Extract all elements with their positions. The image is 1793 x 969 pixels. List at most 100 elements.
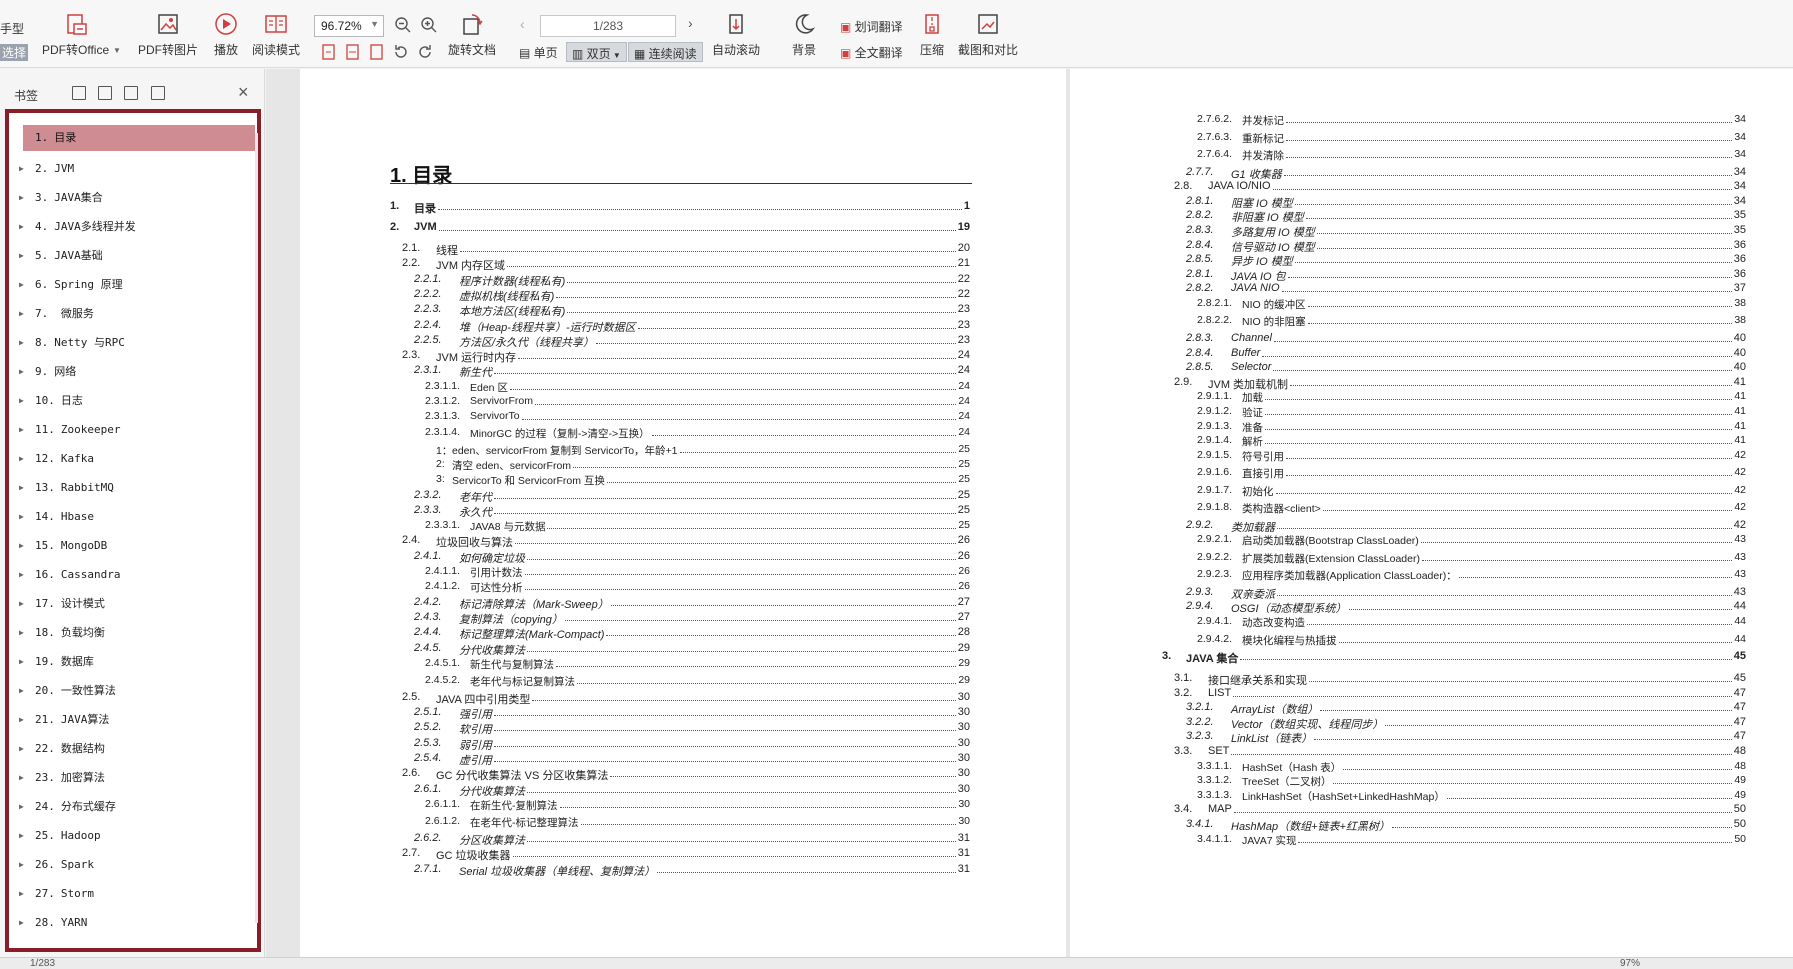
toc-entry[interactable]: 2.2.4. 堆（Heap-线程共享）-运行时数据区 23	[390, 319, 970, 334]
bookmark-item[interactable]: ▶ 26. Spark	[19, 850, 255, 879]
expand-arrow-icon[interactable]: ▶	[19, 908, 24, 937]
word-translate-button[interactable]: ▣ 划词翻译	[840, 18, 903, 35]
bookmark-item[interactable]: ▶ 25. Hadoop	[19, 821, 255, 850]
bookmark-item[interactable]: ▶ 19. 数据库	[19, 647, 255, 676]
toc-entry[interactable]: 3: ServicorTo 和 ServicorFrom 互换 25	[390, 473, 970, 487]
toc-entry[interactable]: 3.4. MAP 50	[1162, 803, 1746, 817]
toc-entry[interactable]: 2.6.1. 分代收集算法 30	[390, 783, 970, 798]
play-button[interactable]: 播放	[212, 12, 240, 58]
toc-entry[interactable]: 2.5.4. 虚引用 30	[390, 752, 970, 767]
expand-all-icon[interactable]	[72, 86, 86, 100]
toc-entry[interactable]: 2.8.4. 信号驱动 IO 模型 36	[1162, 239, 1746, 254]
bookmark-item[interactable]: ▶ 10. 日志	[19, 386, 255, 415]
fit-width-icon[interactable]	[344, 43, 362, 61]
toc-entry[interactable]: 3.2. LIST 47	[1162, 687, 1746, 701]
rotate-left-icon[interactable]	[392, 43, 410, 61]
fit-page-icon[interactable]	[320, 43, 338, 61]
bookmark-item[interactable]: ▶ 22. 数据结构	[19, 734, 255, 763]
screenshot-compare-button[interactable]: 截图和对比	[958, 12, 1018, 58]
toc-entry[interactable]: 2.9.2. 类加载器 42	[1162, 519, 1746, 534]
bookmark-item[interactable]: ▶ 24. 分布式缓存	[19, 792, 255, 821]
bookmark-item[interactable]: ▶ 9. 网络	[19, 357, 255, 386]
expand-arrow-icon[interactable]: ▶	[19, 444, 24, 473]
toc-entry[interactable]: 3.4.1.1. JAVA7 实现 50	[1162, 833, 1746, 847]
toc-entry[interactable]: 2.3.1.3. ServivorTo 24	[390, 410, 970, 424]
actual-size-icon[interactable]	[368, 43, 386, 61]
expand-arrow-icon[interactable]: ▶	[19, 154, 24, 183]
pdf-to-image-button[interactable]: PDF转图片	[138, 12, 198, 58]
toc-entry[interactable]: 2.8.2. JAVA NIO 37	[1162, 282, 1746, 296]
bookmark-item[interactable]: ▶ 2. JVM	[19, 154, 255, 183]
toc-entry[interactable]: 2.7.7. G1 收集器 34	[1162, 166, 1746, 181]
toc-entry[interactable]: 2.3.2. 老年代 25	[390, 489, 970, 504]
toc-entry[interactable]: 2.4.4. 标记整理算法(Mark-Compact) 28	[390, 626, 970, 641]
toc-entry[interactable]: 2.8.5. Selector 40	[1162, 361, 1746, 375]
status-page-number[interactable]: 1/283	[30, 958, 55, 969]
toc-entry[interactable]: 2.4.3. 复制算法（copying） 27	[390, 611, 970, 626]
expand-arrow-icon[interactable]: ▶	[19, 299, 24, 328]
toc-entry[interactable]: 2.3.3.1. JAVA8 与元数据 25	[390, 519, 970, 533]
toc-entry[interactable]: 2.4.1. 如何确定垃圾 26	[390, 550, 970, 565]
add-bookmark-icon[interactable]	[124, 86, 138, 100]
toc-entry[interactable]: 2.8.3. Channel 40	[1162, 332, 1746, 346]
toc-entry[interactable]: 2.3.1.2. ServivorFrom 24	[390, 395, 970, 409]
expand-arrow-icon[interactable]: ▶	[19, 618, 24, 647]
toc-entry[interactable]: 1. 目录 1	[390, 200, 970, 215]
toc-entry[interactable]: 2.8.5. 异步 IO 模型 36	[1162, 253, 1746, 268]
bookmark-item[interactable]: ▶ 16. Cassandra	[19, 560, 255, 589]
toc-entry[interactable]: 2.6.2. 分区收集算法 31	[390, 832, 970, 847]
toc-entry[interactable]: 2.9.4.1. 动态改变构造 44	[1162, 615, 1746, 629]
auto-scroll-button[interactable]: 自动滚动	[712, 12, 760, 58]
bookmark-item[interactable]: ▶ 7. 微服务	[19, 299, 255, 328]
toc-entry[interactable]: 2.3.1.1. Eden 区 24	[390, 380, 970, 394]
bookmark-item[interactable]: ▶ 28. YARN	[19, 908, 255, 937]
toc-entry[interactable]: 2.5. JAVA 四中引用类型 30	[390, 691, 970, 706]
bookmark-item[interactable]: ▶ 5. JAVA基础	[19, 241, 255, 270]
toc-entry[interactable]: 2.5.3. 弱引用 30	[390, 737, 970, 752]
toc-entry[interactable]: 2.9.1.2. 验证 41	[1162, 405, 1746, 419]
toc-entry[interactable]: 3.1. 接口继承关系和实现 45	[1162, 672, 1746, 687]
rotate-doc-button[interactable]: 旋转文档	[448, 12, 496, 58]
toc-entry[interactable]: 3. JAVA 集合 45	[1162, 650, 1746, 665]
toc-entry[interactable]: 3.2.1. ArrayList（数组） 47	[1162, 701, 1746, 716]
toc-entry[interactable]: 2.8.4. Buffer 40	[1162, 347, 1746, 361]
toc-entry[interactable]: 3.3.1.1. HashSet（Hash 表） 48	[1162, 760, 1746, 774]
expand-arrow-icon[interactable]: ▶	[19, 560, 24, 589]
expand-arrow-icon[interactable]: ▶	[19, 270, 24, 299]
full-translate-button[interactable]: ▣ 全文翻译	[840, 44, 903, 61]
toc-entry[interactable]: 2.4.5. 分代收集算法 29	[390, 642, 970, 657]
expand-arrow-icon[interactable]: ▶	[19, 183, 24, 212]
read-mode-button[interactable]: 阅读模式	[252, 12, 300, 58]
expand-arrow-icon[interactable]: ▶	[19, 357, 24, 386]
bookmark-item[interactable]: ▶ 14. Hbase	[19, 502, 255, 531]
toc-entry[interactable]: 2.5.2. 软引用 30	[390, 721, 970, 736]
toc-entry[interactable]: 2.7. GC 垃圾收集器 31	[390, 847, 970, 862]
toc-entry[interactable]: 2.4.2. 标记清除算法（Mark-Sweep） 27	[390, 596, 970, 611]
toc-entry[interactable]: 2.7.6.3. 重新标记 34	[1162, 131, 1746, 145]
toc-entry[interactable]: 2.8. JAVA IO/NIO 34	[1162, 180, 1746, 194]
bookmark-icon[interactable]	[151, 86, 165, 100]
expand-arrow-icon[interactable]: ▶	[19, 589, 24, 618]
toc-entry[interactable]: 2.3. JVM 运行时内存 24	[390, 349, 970, 364]
zoom-out-icon[interactable]	[394, 16, 412, 34]
toc-entry[interactable]: 3.2.3. LinkList（链表） 47	[1162, 730, 1746, 745]
toc-entry[interactable]: 2.9.2.3. 应用程序类加载器(Application ClassLoader…	[1162, 568, 1746, 582]
toc-entry[interactable]: 2.9.2.1. 启动类加载器(Bootstrap ClassLoader) 43	[1162, 533, 1746, 547]
expand-arrow-icon[interactable]: ▶	[19, 502, 24, 531]
bookmark-item[interactable]: ▶ 20. 一致性算法	[19, 676, 255, 705]
toc-entry[interactable]: 2.9.1.1. 加载 41	[1162, 390, 1746, 404]
toc-entry[interactable]: 2.9.4. OSGI（动态模型系统） 44	[1162, 600, 1746, 615]
bookmark-item[interactable]: ▶ 27. Storm	[19, 879, 255, 908]
toc-entry[interactable]: 3.3.1.3. LinkHashSet（HashSet+LinkedHashMa…	[1162, 789, 1746, 803]
toc-entry[interactable]: 2.2.3. 本地方法区(线程私有) 23	[390, 303, 970, 318]
double-page-button[interactable]: ▥ 双页 ▼	[566, 42, 627, 62]
expand-arrow-icon[interactable]: ▶	[19, 705, 24, 734]
toc-entry[interactable]: 2.9.1.3. 准备 41	[1162, 420, 1746, 434]
pdf-to-office-button[interactable]: PDF转Office	[42, 12, 109, 58]
expand-arrow-icon[interactable]: ▶	[19, 212, 24, 241]
bookmark-item[interactable]: ▶ 17. 设计模式	[19, 589, 255, 618]
hand-tool-label[interactable]: 手型	[0, 20, 24, 37]
toc-entry[interactable]: 2.6. GC 分代收集算法 VS 分区收集算法 30	[390, 767, 970, 782]
toc-entry[interactable]: 2.9.1.7. 初始化 42	[1162, 484, 1746, 498]
page-number-input[interactable]: 1/283	[540, 15, 676, 37]
